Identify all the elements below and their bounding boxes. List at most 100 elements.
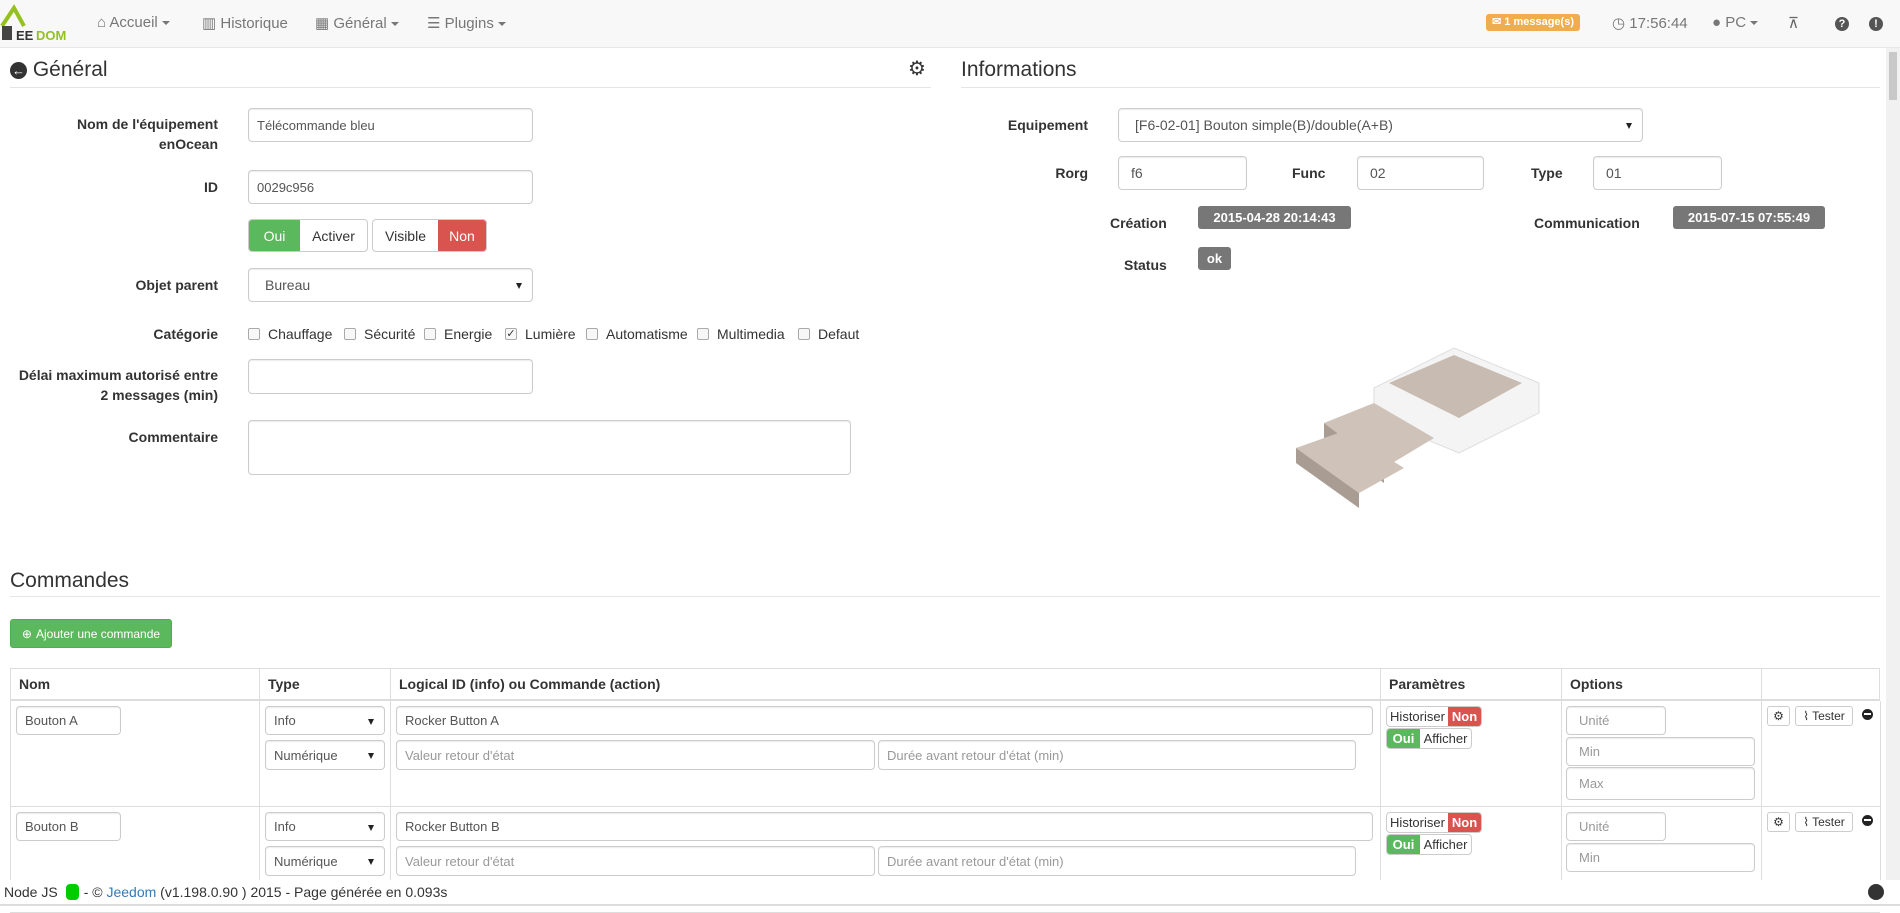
comment-textarea[interactable] xyxy=(248,420,851,475)
configure-command-button[interactable]: ⚙ xyxy=(1767,706,1790,726)
parent-select[interactable]: Bureau xyxy=(248,268,533,302)
enable-label[interactable]: Activer xyxy=(300,220,367,251)
visible-toggle[interactable]: Visible Non xyxy=(372,219,487,252)
afficher-toggle[interactable]: Oui Afficher xyxy=(1386,728,1472,749)
dashboard-icon[interactable] xyxy=(1868,884,1884,900)
commands-title: Commandes xyxy=(10,569,130,592)
category-checkbox[interactable]: ✓ Lumière xyxy=(505,326,576,342)
creation-value: 2015-04-28 20:14:43 xyxy=(1198,206,1351,229)
name-input[interactable]: Télécommande bleu xyxy=(248,108,533,142)
communication-label: Communication xyxy=(1534,215,1640,231)
afficher-toggle[interactable]: Oui Afficher xyxy=(1386,834,1472,855)
plus-circle-icon: ⊕ xyxy=(21,626,32,641)
remove-command-icon[interactable] xyxy=(1862,815,1873,826)
command-name-input[interactable]: Bouton B xyxy=(16,812,121,841)
alert-icon[interactable]: ! xyxy=(1869,17,1883,31)
min-input[interactable]: Min xyxy=(1566,737,1755,766)
configure-command-button[interactable]: ⚙ xyxy=(1767,812,1790,832)
rorg-input[interactable]: f6 xyxy=(1118,156,1247,190)
status-badge: ok xyxy=(1198,247,1231,270)
divider xyxy=(10,596,1880,597)
enable-state[interactable]: Oui xyxy=(249,220,300,251)
device-image xyxy=(1284,343,1561,545)
test-command-button[interactable]: ⌇ Tester xyxy=(1795,706,1853,726)
nav-plugins[interactable]: ☰ Plugins xyxy=(427,14,506,32)
gears-icon[interactable]: ⚙ xyxy=(908,56,926,81)
type-input[interactable]: 01 xyxy=(1593,156,1722,190)
scrollbar-thumb[interactable] xyxy=(1889,52,1897,100)
checkbox[interactable] xyxy=(586,328,598,340)
back-arrow-icon[interactable]: ← xyxy=(10,62,27,79)
checkbox[interactable] xyxy=(248,328,260,340)
communication-value: 2015-07-15 07:55:49 xyxy=(1673,206,1825,229)
visible-label[interactable]: Visible xyxy=(373,220,438,251)
svg-text:DOM: DOM xyxy=(36,28,66,43)
enable-toggle[interactable]: Oui Activer xyxy=(248,219,368,252)
jeedom-logo[interactable]: EE DOM xyxy=(0,4,70,44)
command-type-select[interactable]: Info xyxy=(265,706,385,735)
command-type-select[interactable]: Info xyxy=(265,812,385,841)
command-subtype-select[interactable]: Numérique xyxy=(265,740,385,770)
nav-accueil[interactable]: ⌂ Accueil xyxy=(97,14,170,31)
logical-id-input[interactable]: Rocker Button B xyxy=(396,812,1373,841)
caret-down-icon xyxy=(497,22,506,27)
table-header-border xyxy=(10,699,1880,701)
checkbox[interactable] xyxy=(798,328,810,340)
table-border xyxy=(1880,701,1881,882)
creation-label: Création xyxy=(1110,215,1167,231)
checkbox[interactable]: ✓ xyxy=(505,328,517,340)
help-icon[interactable]: ? xyxy=(1835,17,1849,31)
table-border xyxy=(1561,701,1562,882)
return-value-input[interactable]: Valeur retour d'état xyxy=(396,846,875,876)
nav-general[interactable]: ▦ Général xyxy=(315,14,399,32)
sitemap-icon[interactable]: ⊼ xyxy=(1788,14,1799,32)
unit-input[interactable]: Unité xyxy=(1566,812,1666,841)
category-checkbox[interactable]: Defaut xyxy=(798,326,859,342)
type-label: Type xyxy=(1531,165,1563,181)
logical-id-input[interactable]: Rocker Button A xyxy=(396,706,1373,735)
delay-label: Délai maximum autorisé entre 2 messages … xyxy=(18,367,218,403)
visible-state[interactable]: Non xyxy=(438,220,486,251)
max-input[interactable]: Max xyxy=(1566,767,1755,800)
delay-input[interactable] xyxy=(248,359,533,394)
return-value-input[interactable]: Valeur retour d'état xyxy=(396,740,875,770)
category-checkbox[interactable]: Automatisme xyxy=(586,326,688,342)
category-checkbox[interactable]: Multimedia xyxy=(697,326,785,342)
nav-historique[interactable]: ▥ Historique xyxy=(202,14,288,32)
historiser-toggle[interactable]: Historiser Non xyxy=(1386,706,1482,727)
col-nom: Nom xyxy=(10,668,259,699)
table-border xyxy=(390,701,391,882)
checkbox[interactable] xyxy=(344,328,356,340)
unit-input[interactable]: Unité xyxy=(1566,706,1666,735)
return-delay-input[interactable]: Durée avant retour d'état (min) xyxy=(878,846,1356,876)
checkbox[interactable] xyxy=(424,328,436,340)
add-command-button[interactable]: ⊕ Ajouter une commande xyxy=(10,619,172,648)
id-input[interactable]: 0029c956 xyxy=(248,170,533,204)
category-checkbox[interactable]: Energie xyxy=(424,326,492,342)
messages-badge[interactable]: ✉ 1 message(s) xyxy=(1486,14,1580,31)
checkbox[interactable] xyxy=(697,328,709,340)
test-command-button[interactable]: ⌇ Tester xyxy=(1795,812,1853,832)
command-name-input[interactable]: Bouton A xyxy=(16,706,121,735)
historiser-toggle[interactable]: Historiser Non xyxy=(1386,812,1482,833)
equipment-select[interactable]: [F6-02-01] Bouton simple(B)/double(A+B) xyxy=(1118,108,1643,142)
category-checkbox[interactable]: Chauffage xyxy=(248,326,332,342)
table-border xyxy=(1380,701,1381,882)
category-label: Catégorie xyxy=(153,326,218,342)
jeedom-link[interactable]: Jeedom xyxy=(106,884,156,900)
return-delay-input[interactable]: Durée avant retour d'état (min) xyxy=(878,740,1356,770)
general-title: ← Général xyxy=(10,58,108,81)
user-menu[interactable]: ● PC xyxy=(1712,14,1759,31)
col-options: Options xyxy=(1561,668,1761,699)
divider xyxy=(961,87,1880,88)
status-label: Status xyxy=(1124,257,1167,273)
comment-label: Commentaire xyxy=(128,429,218,445)
category-checkbox[interactable]: Sécurité xyxy=(344,326,415,342)
min-input[interactable]: Min xyxy=(1566,843,1755,872)
command-subtype-select[interactable]: Numérique xyxy=(265,846,385,876)
remove-command-icon[interactable] xyxy=(1862,709,1873,720)
rss-icon: ⌇ xyxy=(1803,709,1810,723)
func-input[interactable]: 02 xyxy=(1357,156,1484,190)
user-icon: ● xyxy=(1712,14,1722,31)
page-scrollbar[interactable] xyxy=(1886,48,1900,882)
